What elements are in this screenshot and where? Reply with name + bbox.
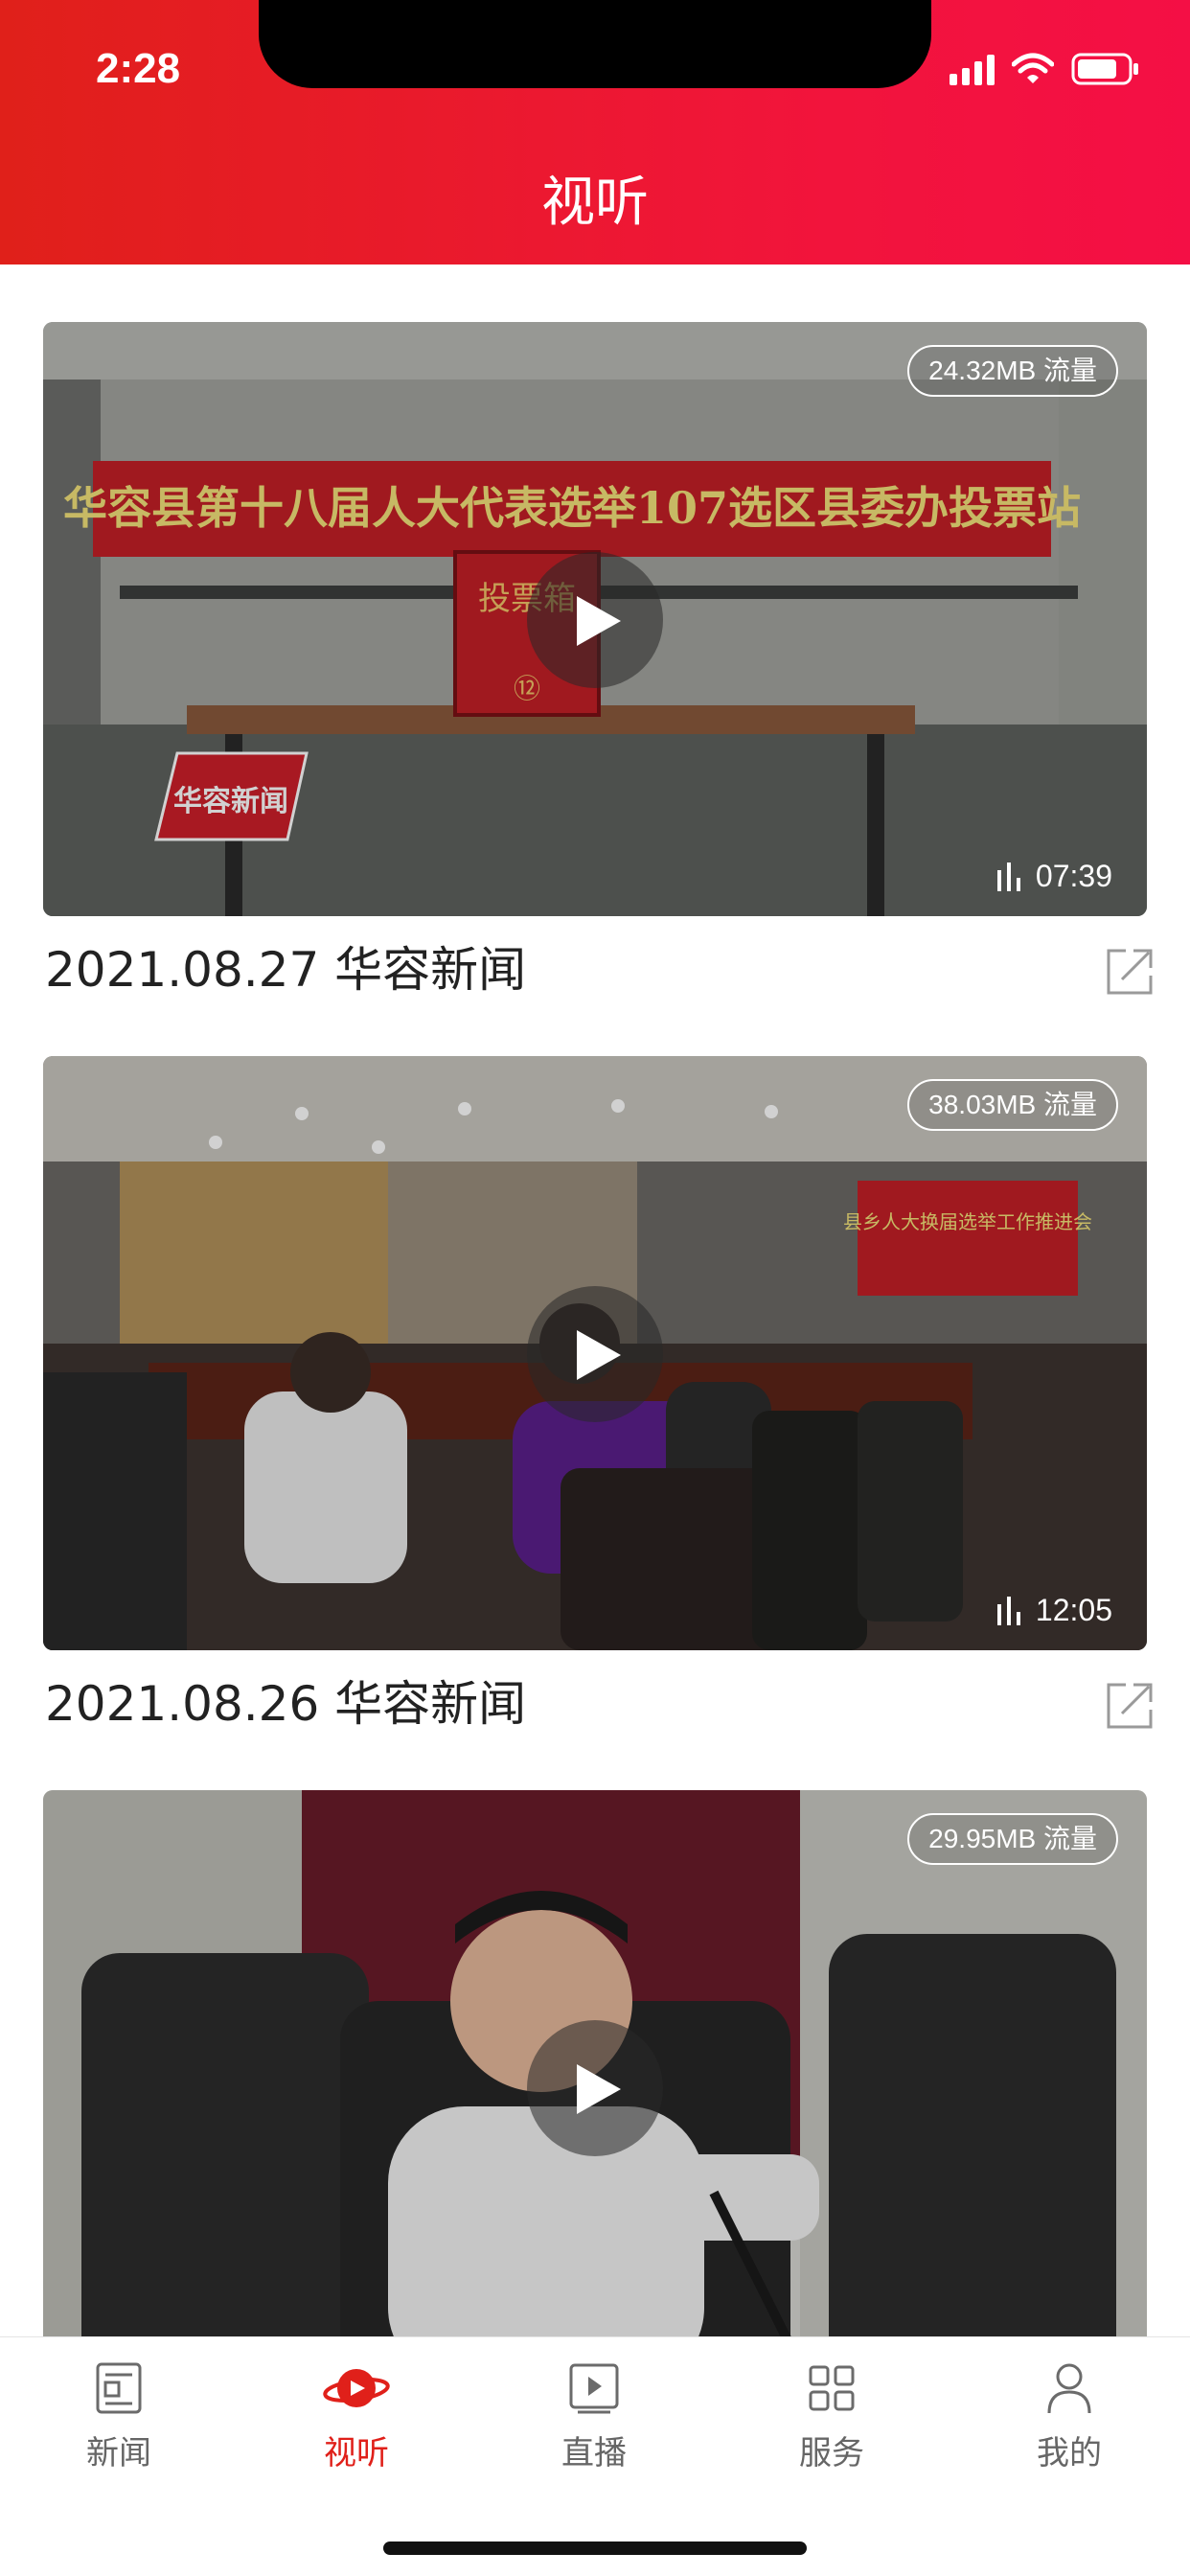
video-thumbnail[interactable]: 县乡人大换届选举工作推进会 38.03MB 流量 12:05 [43, 1056, 1147, 1650]
share-icon[interactable] [1101, 1677, 1158, 1735]
video-feed[interactable]: 华容县第十八届人大代表选举107选区县委办投票站 投票箱 ⑫ 华容新闻 24.3… [0, 264, 1190, 2336]
tab-label: 直播 [561, 2434, 627, 2472]
video-title[interactable]: 2021.08.27 华容新闻 [45, 935, 526, 1004]
duration-text: 12:05 [1035, 1592, 1112, 1627]
video-card[interactable]: 华容县第十八届人大代表选举107选区县委办投票站 投票箱 ⑫ 华容新闻 24.3… [43, 322, 1153, 1056]
live-play-icon [475, 2355, 713, 2422]
play-icon [577, 1330, 621, 1380]
video-thumbnail[interactable]: 华容县第十八届人大代表选举107选区县委办投票站 投票箱 ⑫ 华容新闻 24.3… [43, 322, 1147, 916]
wifi-icon [1012, 53, 1054, 85]
profile-icon [950, 2355, 1188, 2422]
video-title[interactable]: 2021.08.26 华容新闻 [45, 1669, 526, 1738]
status-icons [950, 50, 1140, 88]
grid-service-icon [713, 2355, 950, 2422]
battery-icon [1071, 52, 1140, 86]
header: 2:28 视听 [0, 0, 1190, 264]
tab-label: 新闻 [86, 2434, 151, 2472]
video-thumbnail[interactable]: 29.95MB 流量 [43, 1790, 1147, 2336]
page-title: 视听 [541, 172, 649, 234]
news-icon [0, 2355, 238, 2422]
duration: 07:39 [995, 857, 1112, 895]
tab-service[interactable]: 服务 [713, 2355, 950, 2489]
play-button[interactable] [527, 2020, 663, 2156]
video-card[interactable]: 县乡人大换届选举工作推进会 38.03MB 流量 12:05 2021.08.2… [43, 1056, 1153, 1790]
card-title-row: 2021.08.27 华容新闻 [43, 916, 1153, 1056]
signal-icon [950, 53, 995, 85]
tab-live[interactable]: 直播 [475, 2355, 713, 2489]
play-icon [577, 596, 621, 646]
notch [259, 0, 931, 88]
tab-profile[interactable]: 我的 [950, 2355, 1188, 2489]
play-button[interactable] [527, 552, 663, 688]
status-time: 2:28 [96, 45, 181, 92]
play-icon [577, 2064, 621, 2114]
tab-bar: 新闻 视听 直播 服务 我的 [0, 2336, 1190, 2576]
audio-bars-icon [996, 1597, 1020, 1625]
tab-label: 我的 [1037, 2434, 1102, 2472]
tab-video[interactable]: 视听 [238, 2355, 475, 2489]
home-indicator[interactable] [383, 2542, 807, 2555]
screen: 2:28 视听 华容县第十八届人大代表选举107选区县委办投票站 投票箱 ⑫ 华… [0, 0, 1190, 2576]
play-button[interactable] [527, 1286, 663, 1422]
duration: 12:05 [995, 1591, 1112, 1629]
data-usage-badge: 24.32MB 流量 [907, 345, 1118, 397]
tab-label: 视听 [324, 2434, 389, 2472]
card-title-row: 2021.08.26 华容新闻 [43, 1650, 1153, 1790]
video-card[interactable]: 29.95MB 流量 [43, 1790, 1147, 2336]
share-icon[interactable] [1101, 943, 1158, 1000]
data-usage-badge: 29.95MB 流量 [907, 1813, 1118, 1865]
tab-label: 服务 [799, 2434, 864, 2472]
audio-bars-icon [996, 862, 1020, 891]
tab-news[interactable]: 新闻 [0, 2355, 238, 2489]
duration-text: 07:39 [1035, 858, 1112, 893]
data-usage-badge: 38.03MB 流量 [907, 1079, 1118, 1131]
video-planet-icon [238, 2355, 475, 2422]
